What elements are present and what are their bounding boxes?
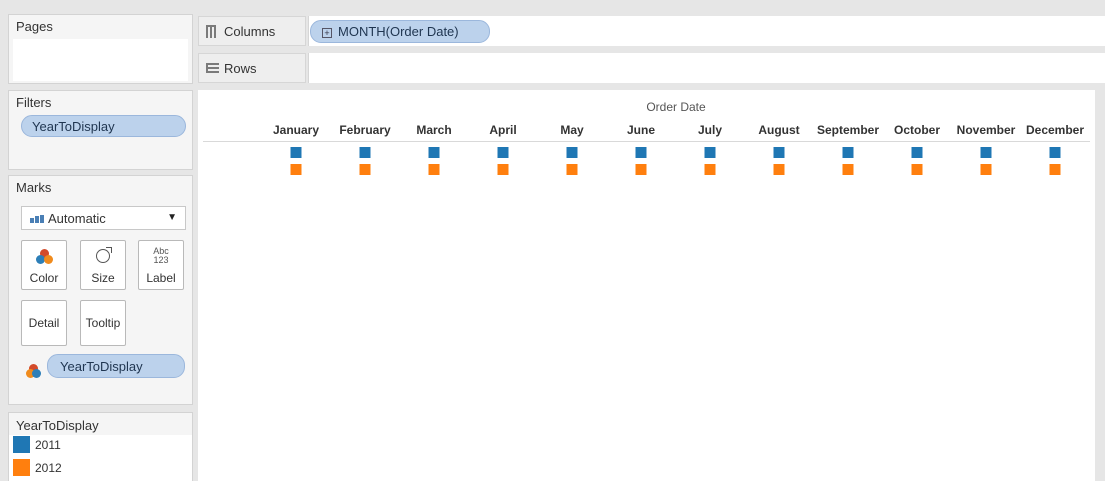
month-header-may: May [560, 123, 584, 137]
month-header-october: October [893, 123, 941, 137]
label-button-label: Label [146, 271, 176, 285]
mark-december-2011[interactable] [1049, 147, 1061, 158]
mark-august-2012[interactable] [773, 164, 785, 175]
month-header-september: September [816, 123, 880, 137]
column-header-title: Order Date [646, 100, 706, 114]
rows-shelf: Rows [198, 53, 1105, 83]
filters-card: Filters YearToDisplay [8, 90, 193, 170]
pages-card: Pages [8, 14, 193, 84]
mark-february-2011[interactable] [359, 147, 371, 158]
tooltip-button-label: Tooltip [85, 316, 121, 330]
month-header-july: July [697, 123, 723, 137]
month-header-march: March [416, 123, 452, 137]
mark-october-2012[interactable] [911, 164, 923, 175]
left-pane: Pages Filters YearToDisplay Marks Automa… [8, 0, 193, 481]
color-button[interactable]: Color [21, 240, 67, 290]
label-button[interactable]: Abc 123 Label [138, 240, 184, 290]
color-button-label: Color [29, 271, 59, 285]
legend-swatch [13, 459, 30, 476]
mark-october-2011[interactable] [911, 147, 923, 158]
header-divider [203, 141, 1090, 142]
size-button-label: Size [91, 271, 115, 285]
rows-drop-zone[interactable] [308, 53, 1105, 83]
mark-december-2012[interactable] [1049, 164, 1061, 175]
pages-title: Pages [16, 19, 53, 34]
legend-card: YearToDisplay 2011 2012 [8, 412, 193, 481]
legend-swatch [13, 436, 30, 453]
mark-january-2012[interactable] [290, 164, 302, 175]
chevron-down-icon: ▼ [167, 212, 177, 223]
mark-type-label: Automatic [48, 211, 106, 226]
expand-icon[interactable]: + [322, 28, 332, 38]
filter-pill-yeartodisplay[interactable]: YearToDisplay [21, 115, 186, 137]
rows-icon [206, 62, 220, 75]
legend-label: 2012 [35, 461, 62, 475]
mark-september-2011[interactable] [842, 147, 854, 158]
mark-may-2012[interactable] [566, 164, 578, 175]
marks-card: Marks Automatic ▼ Color Size Abc 123 Labe… [8, 175, 193, 405]
size-icon [96, 247, 112, 263]
legend-label: 2011 [35, 438, 61, 452]
label-icon: Abc 123 [153, 246, 169, 265]
month-header-january: January [272, 123, 320, 137]
month-header-april: April [489, 123, 517, 137]
mark-june-2012[interactable] [635, 164, 647, 175]
month-header-november: November [956, 123, 1016, 137]
mark-type-dropdown[interactable]: Automatic ▼ [21, 206, 186, 230]
legend-body: 2011 2012 [9, 435, 192, 481]
color-pill-yeartodisplay[interactable]: YearToDisplay [47, 354, 185, 378]
pages-drop-zone[interactable] [13, 39, 188, 81]
detail-button-label: Detail [28, 316, 60, 330]
columns-icon [206, 25, 220, 38]
columns-shelf-label: Columns [198, 16, 306, 46]
mark-april-2012[interactable] [497, 164, 509, 175]
viz-canvas[interactable]: Order Date January February March April May J… [198, 90, 1095, 481]
mark-september-2012[interactable] [842, 164, 854, 175]
month-header-august: August [758, 123, 800, 137]
mark-july-2012[interactable] [704, 164, 716, 175]
columns-pill-month-order-date[interactable]: + MONTH(Order Date) [310, 20, 490, 43]
mark-november-2012[interactable] [980, 164, 992, 175]
rows-shelf-label: Rows [198, 53, 306, 83]
columns-pill-label: MONTH(Order Date) [338, 24, 459, 39]
mark-january-2011[interactable] [290, 147, 302, 158]
mark-july-2011[interactable] [704, 147, 716, 158]
mark-type-icon [30, 215, 44, 223]
tooltip-button[interactable]: Tooltip [80, 300, 126, 346]
mark-february-2012[interactable] [359, 164, 371, 175]
color-icon [36, 249, 54, 265]
mark-may-2011[interactable] [566, 147, 578, 158]
filters-title: Filters [16, 95, 52, 110]
mark-march-2011[interactable] [428, 147, 440, 158]
mark-april-2011[interactable] [497, 147, 509, 158]
detail-button[interactable]: Detail [21, 300, 67, 346]
legend-title: YearToDisplay [16, 418, 99, 433]
month-header-june: June [626, 123, 656, 137]
mark-june-2011[interactable] [635, 147, 647, 158]
mark-august-2011[interactable] [773, 147, 785, 158]
columns-shelf: Columns + MONTH(Order Date) [198, 16, 1105, 46]
month-header-february: February [339, 123, 391, 137]
marks-title: Marks [16, 180, 52, 195]
color-icon [26, 364, 42, 378]
mark-november-2011[interactable] [980, 147, 992, 158]
mark-march-2012[interactable] [428, 164, 440, 175]
month-header-december: December [1025, 123, 1085, 137]
size-button[interactable]: Size [80, 240, 126, 290]
